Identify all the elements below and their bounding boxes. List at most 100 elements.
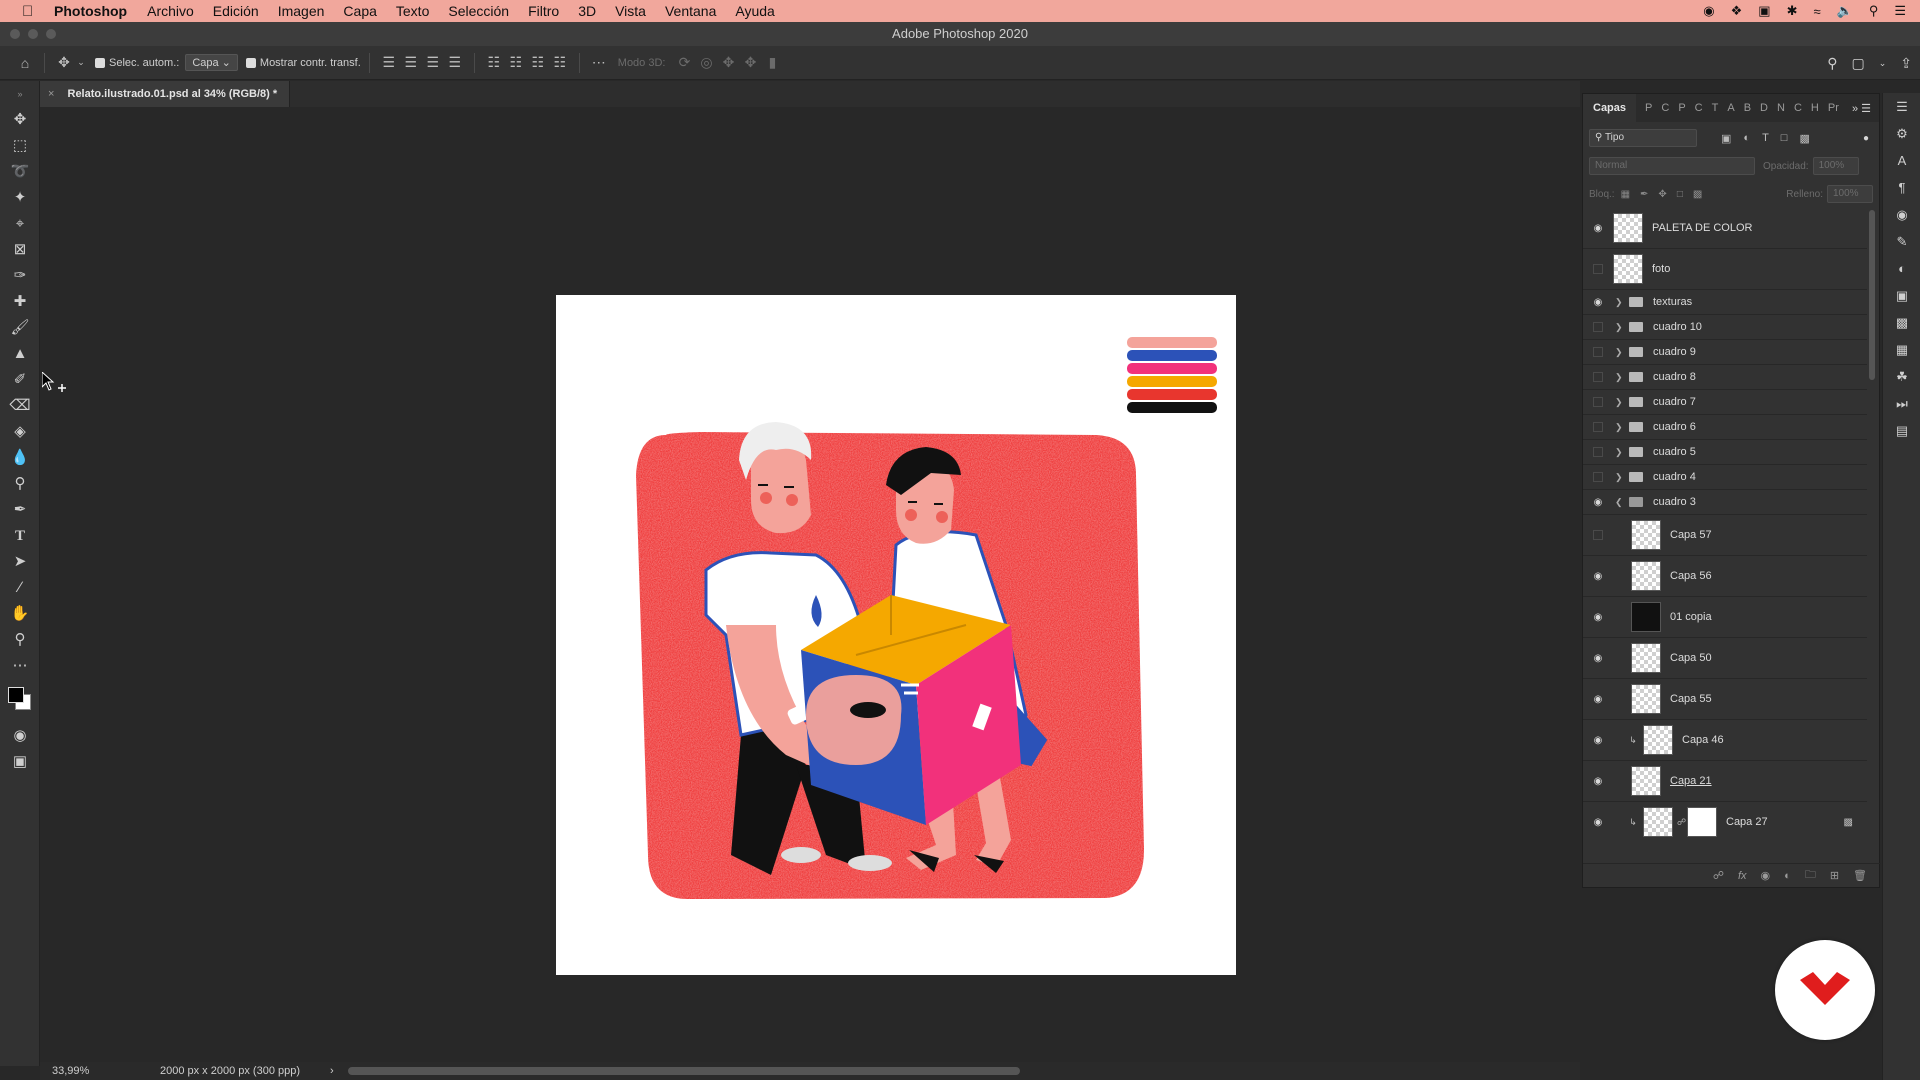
menu-texto[interactable]: Texto — [396, 3, 429, 19]
paragraph-icon[interactable]: ¶ — [1883, 174, 1920, 201]
menu-edicion[interactable]: Edición — [213, 3, 259, 19]
tab-p[interactable]: P — [1645, 102, 1652, 114]
color-icon[interactable]: ◉ — [1883, 201, 1920, 228]
layer-group-row[interactable]: ❯ cuadro 4 — [1583, 465, 1867, 490]
character-icon[interactable]: A — [1883, 147, 1920, 174]
align-left-icon[interactable]: ☰ — [378, 54, 400, 71]
roll-3d-icon[interactable]: ◎ — [695, 54, 717, 71]
chevron-down-icon[interactable]: ⌄ — [75, 57, 87, 68]
layer-row[interactable]: ◉ Capa 21 — [1583, 761, 1867, 802]
chevron-right-icon[interactable]: ❯ — [1615, 297, 1625, 308]
volume-icon[interactable]: 🔈 — [1837, 3, 1853, 19]
tab-pr[interactable]: Pr — [1828, 102, 1839, 114]
minimize-window-button[interactable] — [28, 29, 38, 39]
filter-toggle-icon[interactable]: ● — [1863, 133, 1869, 144]
distribute-vertical-icon[interactable]: ☷ — [549, 54, 571, 71]
more-options-icon[interactable]: ⋯ — [588, 54, 610, 71]
app-menu[interactable]: Photoshop — [54, 3, 127, 19]
magic-wand-tool-icon[interactable]: ✦ — [0, 185, 40, 211]
bluetooth-icon[interactable]: ✱ — [1787, 3, 1798, 19]
spotlight-search-icon[interactable]: ⚲ — [1869, 3, 1879, 19]
layer-group-row[interactable]: ❯ cuadro 8 — [1583, 365, 1867, 390]
chevron-right-icon[interactable]: ❯ — [1615, 347, 1625, 358]
slide-3d-icon[interactable]: ✥ — [739, 54, 761, 71]
align-right-icon[interactable]: ☰ — [422, 54, 444, 71]
adjustments-icon[interactable]: ◐ — [1883, 255, 1920, 282]
visibility-toggle[interactable] — [1587, 530, 1609, 540]
libraries-icon[interactable]: ▣ — [1883, 282, 1920, 309]
visibility-toggle[interactable] — [1587, 347, 1609, 357]
layer-row[interactable]: ◉ ↳ Capa 46 — [1583, 720, 1867, 761]
visibility-toggle[interactable] — [1587, 264, 1609, 274]
tab-c3[interactable]: C — [1794, 102, 1802, 114]
channels-icon[interactable]: ▤ — [1883, 417, 1920, 444]
mask-link-icon[interactable]: ☍ — [1677, 817, 1687, 828]
pixel-filter-icon[interactable]: ▣ — [1721, 132, 1731, 145]
zoom-level[interactable]: 33,99% — [40, 1065, 130, 1077]
home-icon[interactable]: ⌂ — [14, 55, 36, 71]
scale-3d-icon[interactable]: ▮ — [761, 54, 783, 71]
chevron-down-icon[interactable]: ⌄ — [1879, 58, 1887, 69]
align-center-icon[interactable]: ☰ — [400, 54, 422, 71]
menu-ayuda[interactable]: Ayuda — [735, 3, 774, 19]
menu-capa[interactable]: Capa — [343, 3, 376, 19]
chevron-down-icon[interactable]: ❮ — [1615, 497, 1625, 508]
fill-field[interactable]: 100% — [1827, 185, 1873, 203]
menu-3d[interactable]: 3D — [578, 3, 596, 19]
layer-group-row[interactable]: ❯ cuadro 9 — [1583, 340, 1867, 365]
tab-d[interactable]: D — [1760, 102, 1768, 114]
chevron-right-icon[interactable]: ❯ — [1615, 447, 1625, 458]
opacity-field[interactable]: 100% — [1812, 157, 1859, 175]
layer-filter-dropdown[interactable]: ⚲ Tipo — [1589, 129, 1697, 147]
link-layers-icon[interactable]: ☍ — [1713, 869, 1724, 882]
auto-select-checkbox[interactable]: Selec. autom.: — [95, 57, 179, 69]
history-icon[interactable]: ⏭ — [1883, 390, 1920, 417]
workspace-icon[interactable]: ▢ — [1851, 55, 1864, 72]
eraser-tool-icon[interactable]: ⌫ — [0, 393, 40, 419]
new-layer-icon[interactable]: ⊞ — [1830, 869, 1839, 882]
new-group-icon[interactable]: 🗀 — [1805, 866, 1816, 885]
layer-row[interactable]: foto — [1583, 249, 1867, 290]
align-bottom-icon[interactable]: ☷ — [527, 54, 549, 71]
foreground-color-swatch[interactable] — [8, 687, 24, 703]
stamp-tool-icon[interactable]: ▲ — [0, 341, 40, 367]
path-selection-tool-icon[interactable]: ➤ — [0, 549, 40, 575]
visibility-toggle[interactable] — [1587, 397, 1609, 407]
history-brush-tool-icon[interactable]: ✐ — [0, 367, 40, 393]
tab-c[interactable]: C — [1661, 102, 1669, 114]
layer-row[interactable]: ◉ PALETA DE COLOR — [1583, 208, 1867, 249]
edit-toolbar-icon[interactable]: ⋯ — [0, 653, 40, 679]
layer-row[interactable]: Capa 57 — [1583, 515, 1867, 556]
visibility-eye-icon[interactable]: ◉ — [1587, 694, 1609, 705]
layer-row[interactable]: ◉ ↳ ☍ Capa 27 ▩ — [1583, 802, 1867, 840]
document-tab[interactable]: × Relato.ilustrado.01.psd al 34% (RGB/8)… — [40, 81, 291, 107]
show-transform-checkbox[interactable]: Mostrar contr. transf. — [245, 57, 361, 69]
chevron-right-icon[interactable]: ❯ — [1615, 322, 1625, 333]
chevron-right-icon[interactable]: ❯ — [1615, 422, 1625, 433]
type-tool-icon[interactable]: T — [0, 523, 40, 549]
visibility-toggle[interactable] — [1587, 372, 1609, 382]
menu-ventana[interactable]: Ventana — [665, 3, 716, 19]
healing-brush-tool-icon[interactable]: ✚ — [0, 289, 40, 315]
search-icon[interactable]: ⚲ — [1827, 55, 1837, 72]
chevron-right-icon[interactable]: › — [330, 1065, 350, 1077]
layer-group-row[interactable]: ❯ cuadro 6 — [1583, 415, 1867, 440]
layer-row[interactable]: ◉ Capa 56 — [1583, 556, 1867, 597]
align-top-icon[interactable]: ☷ — [483, 54, 505, 71]
visibility-toggle[interactable] — [1587, 422, 1609, 432]
patterns-icon[interactable]: ☘ — [1883, 363, 1920, 390]
visibility-eye-icon[interactable]: ◉ — [1587, 776, 1609, 787]
chevron-right-icon[interactable]: ❯ — [1615, 397, 1625, 408]
blur-tool-icon[interactable]: 💧 — [0, 445, 40, 471]
gradients-icon[interactable]: ▩ — [1883, 309, 1920, 336]
tab-h[interactable]: H — [1811, 102, 1819, 114]
document-canvas[interactable] — [556, 295, 1236, 975]
menu-archivo[interactable]: Archivo — [147, 3, 194, 19]
document-dimensions[interactable]: 2000 px x 2000 px (300 ppp) — [130, 1065, 330, 1077]
align-middle-icon[interactable]: ☷ — [505, 54, 527, 71]
visibility-eye-icon[interactable]: ◉ — [1587, 571, 1609, 582]
auto-select-dropdown[interactable]: Capa ⌄ — [185, 54, 238, 71]
chevron-right-icon[interactable]: ❯ — [1615, 472, 1625, 483]
distribute-horizontal-icon[interactable]: ☰ — [444, 54, 466, 71]
visibility-eye-icon[interactable]: ◉ — [1587, 612, 1609, 623]
